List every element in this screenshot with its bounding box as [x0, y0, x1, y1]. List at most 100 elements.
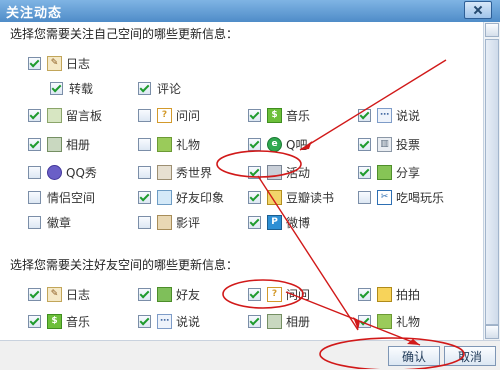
checkbox[interactable] — [138, 108, 151, 122]
item-label: Q吧 — [286, 137, 308, 152]
self-item-qqshow[interactable]: QQ秀 — [28, 163, 97, 181]
self-section-heading: 选择您需要关注自己空间的哪些更新信息： — [10, 27, 239, 41]
checkbox[interactable] — [248, 108, 261, 122]
checkbox[interactable] — [248, 137, 261, 151]
self-item-showworld[interactable]: 秀世界 — [138, 163, 212, 181]
friend-item-blog[interactable]: ✎ 日志 — [28, 285, 90, 303]
item-label: 豆瓣读书 — [286, 190, 335, 205]
checkbox[interactable] — [248, 287, 261, 301]
self-item-douban[interactable]: 豆瓣读书 — [248, 188, 334, 206]
food-icon: ✂ — [377, 189, 392, 205]
item-label: 投票 — [396, 137, 421, 152]
friend-item-question[interactable]: ? 问问 — [248, 285, 310, 303]
self-item-weibo[interactable]: P 微博 — [248, 213, 310, 231]
chat-icon: ⋯ — [157, 313, 172, 329]
qqshow-icon — [47, 164, 62, 180]
friend-item-friend[interactable]: 好友 — [138, 285, 200, 303]
checkbox[interactable] — [28, 314, 41, 328]
self-item-photo[interactable]: 相册 — [28, 135, 90, 153]
checkbox[interactable] — [138, 81, 151, 95]
self-item-comment[interactable]: 评论 — [138, 79, 181, 97]
book-icon — [267, 189, 282, 205]
checkbox[interactable] — [248, 215, 261, 229]
checkbox[interactable] — [248, 314, 261, 328]
friend-item-mood[interactable]: ⋯ 说说 — [138, 312, 200, 330]
friend-item-paipai[interactable]: 拍拍 — [358, 285, 420, 303]
checkbox[interactable] — [248, 190, 261, 204]
checkbox[interactable] — [138, 314, 151, 328]
friend-item-gift[interactable]: 礼物 — [358, 312, 420, 330]
item-label: 好友印象 — [176, 190, 225, 205]
self-item-music[interactable]: $ 音乐 — [248, 106, 310, 124]
item-label: 秀世界 — [176, 165, 213, 180]
self-item-blog[interactable]: ✎ 日志 — [28, 54, 90, 72]
checkbox[interactable] — [138, 165, 151, 179]
self-item-gift[interactable]: 礼物 — [138, 135, 200, 153]
vertical-scrollbar[interactable] — [483, 22, 500, 340]
checkbox[interactable] — [358, 314, 371, 328]
film-icon — [157, 214, 172, 230]
music-icon: $ — [47, 313, 62, 329]
item-label: 分享 — [396, 165, 421, 180]
self-item-guestbook[interactable]: 留言板 — [28, 106, 102, 124]
blog-icon: ✎ — [47, 55, 62, 71]
item-label: 日志 — [66, 56, 91, 71]
photo-icon — [47, 136, 62, 152]
checkbox[interactable] — [358, 287, 371, 301]
speaker-icon — [267, 164, 282, 180]
confirm-button[interactable]: 确认 — [388, 346, 440, 366]
item-label: 徽章 — [47, 215, 72, 230]
scroll-down-icon[interactable] — [485, 325, 499, 339]
share-icon — [377, 164, 392, 180]
item-label: 音乐 — [286, 108, 311, 123]
self-item-couple[interactable]: 情侣空间 — [28, 188, 95, 206]
item-label: 礼物 — [176, 137, 201, 152]
checkbox[interactable] — [358, 190, 371, 204]
cancel-button[interactable]: 取消 — [444, 346, 496, 366]
question-icon: ? — [157, 107, 172, 123]
self-item-share[interactable]: 分享 — [358, 163, 420, 181]
weibo-icon: P — [267, 214, 282, 230]
self-item-qbar[interactable]: e Q吧 — [248, 135, 307, 153]
self-item-activity[interactable]: 活动 — [248, 163, 310, 181]
self-item-question[interactable]: ? 问问 — [138, 106, 200, 124]
checkbox[interactable] — [28, 56, 41, 70]
item-label: 吃喝玩乐 — [396, 190, 445, 205]
item-label: 相册 — [286, 314, 311, 329]
scroll-up-icon[interactable] — [485, 23, 499, 37]
checkbox[interactable] — [28, 287, 41, 301]
checkbox[interactable] — [138, 190, 151, 204]
self-item-food[interactable]: ✂ 吃喝玩乐 — [358, 188, 444, 206]
close-icon[interactable] — [464, 1, 492, 19]
item-label: 影评 — [176, 215, 201, 230]
self-item-review[interactable]: 影评 — [138, 213, 200, 231]
friend-item-photo[interactable]: 相册 — [248, 312, 310, 330]
checkbox[interactable] — [28, 137, 41, 151]
item-label: 拍拍 — [396, 287, 421, 302]
self-item-mood[interactable]: ⋯ 说说 — [358, 106, 420, 124]
self-item-vote[interactable]: ▥ 投票 — [358, 135, 420, 153]
checkbox[interactable] — [28, 165, 41, 179]
checkbox[interactable] — [358, 108, 371, 122]
item-label: 音乐 — [66, 314, 91, 329]
self-item-impression[interactable]: 好友印象 — [138, 188, 224, 206]
self-item-repost[interactable]: 转载 — [50, 79, 93, 97]
checkbox[interactable] — [138, 137, 151, 151]
self-item-badge[interactable]: 徽章 — [28, 213, 71, 231]
checkbox[interactable] — [28, 108, 41, 122]
friend-item-music[interactable]: $ 音乐 — [28, 312, 90, 330]
checkbox[interactable] — [358, 165, 371, 179]
photo-icon — [267, 313, 282, 329]
checkbox[interactable] — [50, 81, 63, 95]
item-label: 情侣空间 — [47, 190, 96, 205]
item-label: 微博 — [286, 215, 311, 230]
item-label: 日志 — [66, 287, 91, 302]
scroll-thumb[interactable] — [485, 39, 499, 325]
checkbox[interactable] — [138, 287, 151, 301]
item-label: 说说 — [176, 314, 201, 329]
checkbox[interactable] — [28, 190, 41, 204]
checkbox[interactable] — [248, 165, 261, 179]
checkbox[interactable] — [28, 215, 41, 229]
checkbox[interactable] — [138, 215, 151, 229]
checkbox[interactable] — [358, 137, 371, 151]
